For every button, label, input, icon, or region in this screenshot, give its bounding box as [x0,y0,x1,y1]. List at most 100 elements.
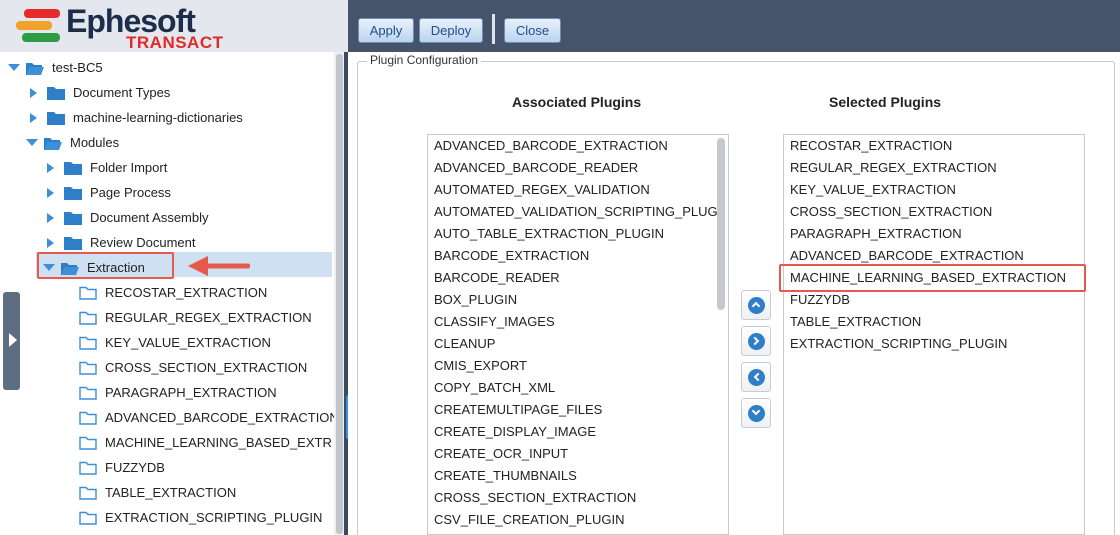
associated-plugin-item[interactable]: CROSS_SECTION_EXTRACTION [434,487,636,509]
chevron-right-icon [9,333,17,347]
collapsed-icon[interactable] [30,87,37,98]
logo-subtitle: TRANSACT [126,33,224,52]
tree-node-label: TABLE_EXTRACTION [105,485,237,500]
tree-leaf[interactable]: EXTRACTION_SCRIPTING_PLUGIN [79,505,322,530]
selected-plugin-item[interactable]: FUZZYDB [790,289,850,311]
selected-plugin-item[interactable]: RECOSTAR_EXTRACTION [790,135,952,157]
selected-plugin-item[interactable]: TABLE_EXTRACTION [790,311,921,333]
tree-node-ml-dictionaries[interactable]: machine-learning-dictionaries [30,105,243,130]
move-right-button[interactable] [741,326,771,356]
associated-plugins-list[interactable]: ADVANCED_BARCODE_EXTRACTION ADVANCED_BARC… [427,134,729,535]
associated-plugin-item[interactable]: BOX_PLUGIN [434,289,517,311]
tree-node-document-assembly[interactable]: Document Assembly [47,205,209,230]
tree-node-label: Page Process [90,185,171,200]
associated-plugin-item[interactable]: CLASSIFY_IMAGES [434,311,555,333]
tree-node-label: KEY_VALUE_EXTRACTION [105,335,271,350]
selected-plugin-item[interactable]: REGULAR_REGEX_EXTRACTION [790,157,997,179]
folder-outline-icon [79,336,97,350]
associated-plugin-item[interactable]: COPY_BATCH_XML [434,377,555,399]
move-down-icon [748,405,765,422]
tree-node-label: FUZZYDB [105,460,165,475]
associated-plugin-item[interactable]: CMIS_EXPORT [434,355,527,377]
collapsed-icon[interactable] [47,237,54,248]
associated-plugin-item[interactable]: AUTOMATED_VALIDATION_SCRIPTING_PLUG [434,201,718,223]
tree-node-folder-import[interactable]: Folder Import [47,155,167,180]
tree-leaf[interactable]: ADVANCED_BARCODE_EXTRACTION [79,405,339,430]
associated-plugin-item[interactable]: AUTO_TABLE_EXTRACTION_PLUGIN [434,223,664,245]
move-left-icon [748,369,765,386]
associated-plugin-item[interactable]: CREATEMULTIPAGE_FILES [434,399,602,421]
associated-plugin-item[interactable]: CREATE_DISPLAY_IMAGE [434,421,596,443]
folder-outline-icon [79,411,97,425]
folder-outline-icon [79,361,97,375]
tree-node-label: Document Assembly [90,210,209,225]
tree-node-label: REGULAR_REGEX_EXTRACTION [105,310,312,325]
selected-plugins-list[interactable]: RECOSTAR_EXTRACTION REGULAR_REGEX_EXTRACT… [783,134,1085,535]
tree-leaf[interactable]: RECOSTAR_EXTRACTION [79,280,267,305]
collapsed-icon[interactable] [47,212,54,223]
tree-node-label: test-BC5 [52,60,103,75]
tree-node-label: RECOSTAR_EXTRACTION [105,285,268,300]
tree-leaf[interactable]: PARAGRAPH_EXTRACTION [79,380,277,405]
tree-leaf[interactable]: TABLE_EXTRACTION [79,480,236,505]
tree-node-label: CROSS_SECTION_EXTRACTION [105,360,308,375]
tree-leaf[interactable]: FUZZYDB [79,455,165,480]
collapsed-icon[interactable] [47,187,54,198]
tree-node-document-types[interactable]: Document Types [30,80,170,105]
folder-icon [47,86,65,100]
toolbar-separator [492,14,495,44]
associated-list-scrollbar[interactable] [717,138,725,310]
associated-plugin-item[interactable]: ADVANCED_BARCODE_EXTRACTION [434,135,668,157]
deploy-button[interactable]: Deploy [419,18,483,43]
tree-node-modules[interactable]: Modules [26,130,119,155]
tree-leaf[interactable]: MACHINE_LEARNING_BASED_EXTR [79,430,332,455]
folder-outline-icon [79,386,97,400]
associated-plugin-item[interactable]: CLEANUP [434,333,495,355]
move-left-button[interactable] [741,362,771,392]
tree-node-label: Document Types [73,85,171,100]
folder-outline-icon [79,511,97,525]
folder-icon [64,236,82,250]
folder-open-icon [26,62,44,75]
tree-node-label: Folder Import [90,160,168,175]
folder-outline-icon [79,311,97,325]
associated-plugin-item[interactable]: BARCODE_EXTRACTION [434,245,589,267]
expanded-icon[interactable] [26,139,38,146]
folder-icon [64,186,82,200]
move-down-button[interactable] [741,398,771,428]
selected-plugin-item[interactable]: EXTRACTION_SCRIPTING_PLUGIN [790,333,1007,355]
associated-plugin-item[interactable]: AUTOMATED_REGEX_VALIDATION [434,179,650,201]
selected-plugins-title: Selected Plugins [829,94,942,110]
associated-plugin-item[interactable]: CREATE_THUMBNAILS [434,465,577,487]
folder-outline-icon [79,286,97,300]
tree-node-label: machine-learning-dictionaries [73,110,243,125]
tree-node-label: PARAGRAPH_EXTRACTION [105,385,277,400]
selected-plugin-item[interactable]: CROSS_SECTION_EXTRACTION [790,201,992,223]
tree-scrollbar-thumb[interactable] [336,54,343,534]
move-up-icon [748,297,765,314]
associated-plugin-item[interactable]: BARCODE_READER [434,267,560,289]
tree-leaf[interactable]: CROSS_SECTION_EXTRACTION [79,355,307,380]
close-button[interactable]: Close [504,18,561,43]
collapsed-icon[interactable] [30,112,37,123]
associated-plugin-item[interactable]: ADVANCED_BARCODE_READER [434,157,638,179]
move-right-icon [748,333,765,350]
folder-outline-icon [79,461,97,475]
collapsed-icon[interactable] [47,162,54,173]
extraction-highlight-box [37,252,174,279]
folder-icon [47,111,65,125]
tree-node-page-process[interactable]: Page Process [47,180,171,205]
associated-plugin-item[interactable]: CREATE_OCR_INPUT [434,443,568,465]
apply-button[interactable]: Apply [358,18,414,43]
expanded-icon[interactable] [8,64,20,71]
move-up-button[interactable] [741,290,771,320]
tree-leaf[interactable]: KEY_VALUE_EXTRACTION [79,330,271,355]
folder-outline-icon [79,486,97,500]
folder-icon [64,161,82,175]
associated-plugin-item[interactable]: CSV_FILE_CREATION_PLUGIN [434,509,624,531]
tree-node-label: ADVANCED_BARCODE_EXTRACTION [105,410,339,425]
selected-plugin-item[interactable]: KEY_VALUE_EXTRACTION [790,179,956,201]
selected-plugin-item[interactable]: PARAGRAPH_EXTRACTION [790,223,962,245]
tree-node-root[interactable]: test-BC5 [8,55,103,80]
tree-leaf[interactable]: REGULAR_REGEX_EXTRACTION [79,305,312,330]
